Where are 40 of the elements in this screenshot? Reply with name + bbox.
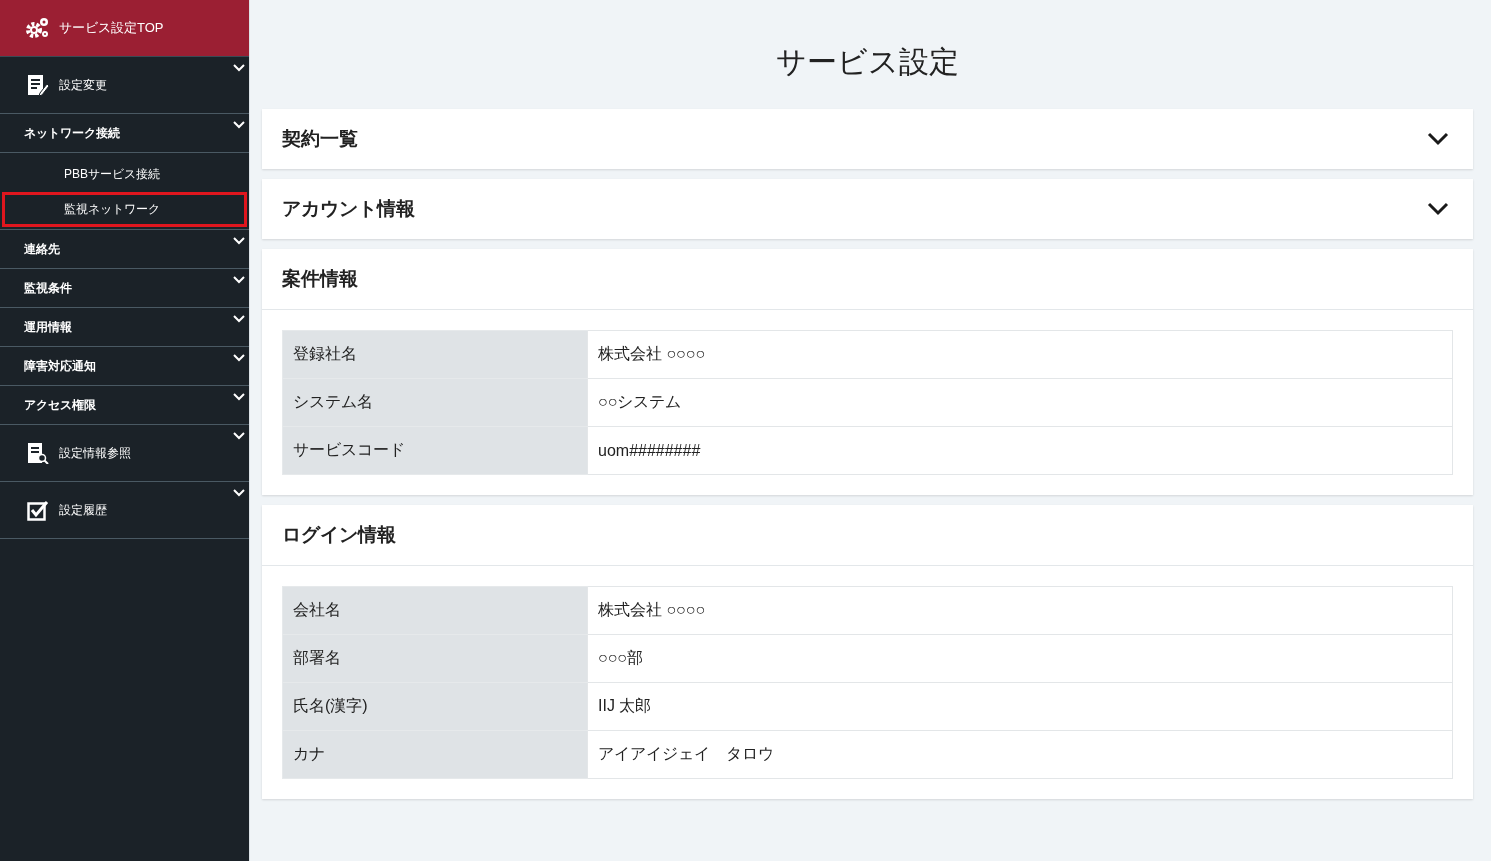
chevron-down-icon	[233, 432, 245, 440]
chevron-down-icon	[233, 276, 245, 284]
table-cell: IIJ 太郎	[587, 682, 1453, 731]
table-cell: 株式会社 ○○○○	[587, 330, 1453, 379]
sidebar-menu-item[interactable]: 設定履歴	[0, 482, 249, 539]
table-header-cell: 氏名(漢字)	[282, 682, 588, 731]
chevron-down-icon	[233, 354, 245, 362]
table-header-cell: 登録社名	[282, 330, 588, 379]
section-title: ログイン情報	[282, 523, 396, 547]
sidebar-menu-item[interactable]: 設定変更	[0, 57, 249, 114]
table-header-cell: サービスコード	[282, 426, 588, 475]
chevron-down-icon	[233, 315, 245, 323]
sidebar-submenu-item[interactable]: 監視ネットワーク	[2, 192, 247, 227]
sidebar-submenu-item[interactable]: PBBサービス接続	[2, 157, 247, 192]
chevron-down-icon	[233, 489, 245, 497]
section-title: アカウント情報	[282, 197, 415, 221]
chevron-down-icon	[233, 121, 245, 129]
table-header-cell: 会社名	[282, 586, 588, 635]
document-pencil-icon	[27, 74, 49, 96]
sidebar-menu-item[interactable]: 設定情報参照	[0, 425, 249, 482]
table-cell: ○○○部	[587, 634, 1453, 683]
table-cell: ○○システム	[587, 378, 1453, 427]
section-title: 契約一覧	[282, 127, 358, 151]
chevron-down-icon[interactable]	[1427, 202, 1449, 216]
table-header-cell: システム名	[282, 378, 588, 427]
chevron-down-icon[interactable]	[1427, 132, 1449, 146]
table-header-cell: 部署名	[282, 634, 588, 683]
service-settings-top-link[interactable]: サービス設定TOP	[0, 0, 249, 57]
checkbox-checked-icon	[27, 499, 49, 521]
chevron-down-icon	[233, 64, 245, 72]
table-cell: 株式会社 ○○○○	[587, 586, 1453, 635]
gears-icon	[25, 16, 51, 40]
chevron-down-icon	[233, 393, 245, 401]
table-cell: アイアイジェイ タロウ	[587, 730, 1453, 779]
document-magnifier-icon	[27, 442, 49, 464]
chevron-down-icon	[233, 237, 245, 245]
table-header-cell: カナ	[282, 730, 588, 779]
section-title: 案件情報	[282, 267, 358, 291]
table-cell: uom########	[587, 426, 1453, 475]
page-title: サービス設定	[775, 44, 960, 80]
